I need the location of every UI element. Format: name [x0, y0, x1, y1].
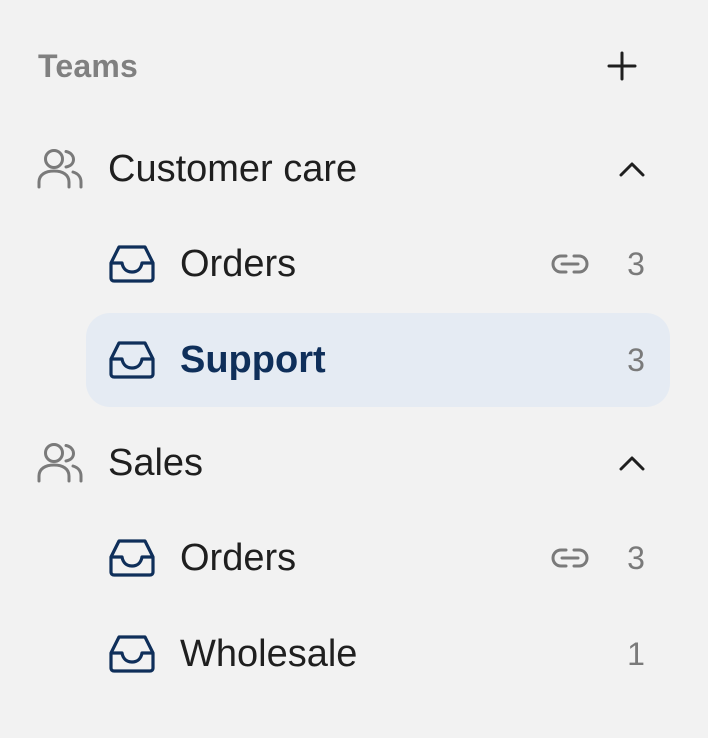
teams-panel: Teams Customer care Orders 3 Support 3 S… [0, 0, 708, 738]
inbox-count: 3 [627, 341, 645, 378]
inbox-count: 1 [627, 635, 645, 672]
inbox-icon [108, 630, 156, 678]
link-icon [548, 242, 592, 286]
inbox-icon [108, 336, 156, 384]
inbox-row-customer-care-support[interactable]: Support 3 [86, 313, 670, 407]
plus-icon [607, 51, 637, 81]
inbox-name: Orders [180, 242, 297, 285]
teams-header: Teams [38, 36, 638, 96]
team-name: Customer care [108, 147, 358, 190]
users-icon [36, 439, 84, 487]
team-row-customer-care[interactable]: Customer care [36, 133, 645, 205]
link-icon [548, 536, 592, 580]
inbox-row-sales-wholesale[interactable]: Wholesale 1 [86, 607, 670, 701]
team-row-sales[interactable]: Sales [36, 427, 645, 499]
inbox-icon [108, 534, 156, 582]
inbox-name: Support [180, 338, 326, 381]
users-icon [36, 145, 84, 193]
inbox-count: 3 [627, 245, 645, 282]
inbox-icon [108, 240, 156, 288]
inbox-count: 3 [627, 539, 645, 576]
add-team-button[interactable] [600, 44, 644, 88]
chevron-up-icon[interactable] [612, 149, 652, 189]
team-name: Sales [108, 441, 204, 484]
inbox-name: Wholesale [180, 632, 358, 675]
section-title: Teams [38, 47, 139, 84]
chevron-up-icon[interactable] [612, 443, 652, 483]
inbox-row-customer-care-orders[interactable]: Orders 3 [86, 217, 670, 311]
inbox-name: Orders [180, 536, 297, 579]
inbox-row-sales-orders[interactable]: Orders 3 [86, 511, 670, 605]
